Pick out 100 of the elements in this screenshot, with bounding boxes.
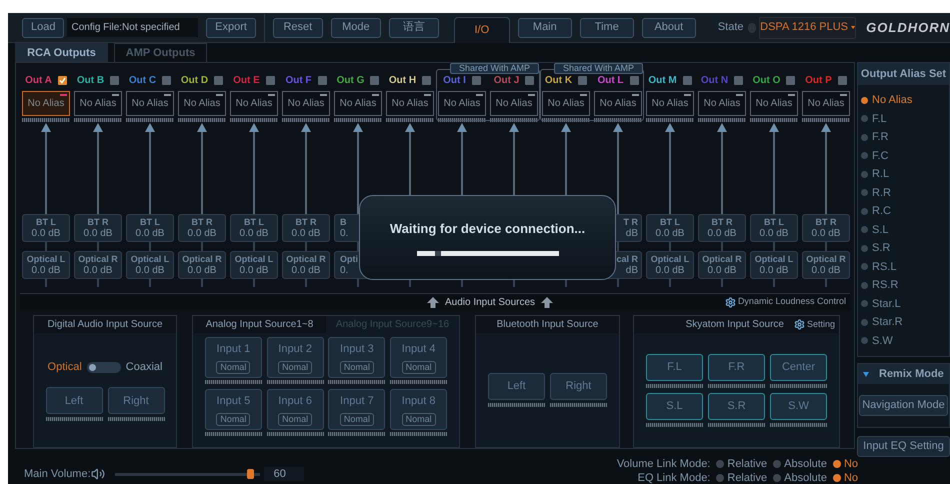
alias-box[interactable]: No Alias [594,91,642,116]
alias-box[interactable]: No Alias [646,91,694,116]
input-button[interactable]: Input 3 Nomal [328,337,386,378]
alias-box[interactable]: No Alias [802,91,850,116]
alias-box[interactable]: No Alias [438,91,486,116]
alias-box[interactable]: No Alias [750,91,798,116]
alias-box[interactable]: No Alias [334,91,382,116]
alias-box[interactable]: No Alias [74,91,122,116]
channel-button[interactable]: Center [770,354,827,380]
alias-box[interactable]: No Alias [490,91,538,116]
channel-box[interactable]: Optical R 0.0 dB [698,251,746,279]
alias-box[interactable]: No Alias [22,91,70,116]
alias-option[interactable]: No Alias [861,91,949,110]
channel-box[interactable]: BT L 0.0 dB [230,214,278,242]
alias-option[interactable]: RS.L [861,258,949,276]
link-mode-option[interactable]: Absolute [773,470,827,484]
input-button[interactable]: Input 7 Nomal [328,389,386,430]
toolbar-button[interactable]: 语言 [388,18,439,38]
channel-button[interactable]: S.R [708,392,765,420]
toolbar-button[interactable]: Reset [272,18,323,38]
device-dropdown[interactable]: DSPA 1216 PLUS [759,16,856,38]
checkbox[interactable] [370,76,380,84]
alias-box[interactable]: No Alias [178,91,226,116]
input-button[interactable]: Input 2 Nomal [266,337,324,378]
alias-box[interactable]: No Alias [126,91,174,116]
channel-box[interactable]: BT R 0.0 dB [698,214,746,242]
load-button[interactable]: Load [22,18,64,38]
channel-box[interactable]: BT L 0.0 dB [126,214,174,242]
channel-button[interactable]: Right [108,387,164,414]
checkbox[interactable] [266,76,275,84]
checkbox[interactable] [786,76,796,84]
alias-box[interactable]: No Alias [698,91,746,116]
channel-box[interactable]: Optical L 0.0 dB [126,251,174,279]
channel-button[interactable]: Left [46,387,102,414]
input-button[interactable]: Input 1 Nomal [204,337,262,378]
channel-box[interactable]: Optical L 0.0 dB [230,251,278,279]
channel-box[interactable]: BT R 0.0 dB [282,214,330,242]
alias-option[interactable]: S.L [861,220,949,239]
channel-box[interactable]: Optical L 0.0 dB [646,251,694,279]
alias-option[interactable]: S.R [861,239,949,258]
channel-box[interactable]: BT R 0.0 dB [178,214,226,242]
up-arrow-icon[interactable] [426,296,439,308]
top-tab[interactable]: Time [580,18,634,38]
alias-option[interactable]: F.L [861,110,949,128]
channel-box[interactable]: BT L 0.0 dB [646,214,694,242]
output-tab[interactable]: AMP Outputs [114,43,207,62]
output-tab[interactable]: RCA Outputs [15,43,108,62]
input-button[interactable]: Input 5 Nomal [204,389,262,430]
link-mode-option[interactable]: Absolute [773,456,827,472]
checkbox[interactable] [630,76,639,84]
channel-button[interactable]: F.L [646,354,703,380]
checkbox[interactable] [734,76,744,84]
checkbox[interactable] [578,76,588,84]
channel-box[interactable]: Optical R 0.0 dB [74,251,122,279]
toolbar-button[interactable]: Mode [330,18,381,38]
channel-box[interactable]: Optical R 0.0 dB [802,251,850,279]
input-button[interactable]: Input 8 Nomal [390,389,448,430]
alias-option[interactable]: F.R [861,128,949,146]
top-tab[interactable]: I/O [454,16,510,42]
alias-option[interactable]: RS.R [861,276,949,294]
top-tab[interactable]: About [642,18,696,38]
channel-box[interactable]: BT L 0.0 dB [750,214,798,242]
checkbox[interactable] [472,76,481,84]
channel-button[interactable]: S.W [770,392,827,420]
alias-option[interactable]: R.R [861,184,949,202]
checkbox[interactable] [422,76,432,84]
navigation-mode-button[interactable]: Navigation Mode [859,395,948,416]
alias-option[interactable]: Star.R [861,313,949,332]
option-label[interactable]: Coaxial [126,358,162,376]
link-mode-option[interactable]: No [832,456,858,472]
alias-option[interactable]: R.L [861,165,949,184]
channel-box[interactable]: Optical L 0.0 dB [22,251,70,279]
alias-box[interactable]: No Alias [282,91,330,116]
panel-header[interactable]: Remix Mode [858,364,949,384]
source-tab[interactable]: Analog Input Source1~8 [193,316,326,333]
export-button[interactable]: Export [206,18,256,38]
channel-button[interactable]: F.R [708,354,765,380]
settings-icon[interactable] [794,319,805,330]
channel-button[interactable]: Right [550,373,607,400]
checkbox[interactable] [838,76,847,84]
link-mode-option[interactable]: Relative [716,470,768,484]
checkbox[interactable] [525,76,534,84]
top-tab[interactable]: Main [518,18,572,38]
alias-option[interactable]: Star.L [861,294,949,313]
alias-box[interactable]: No Alias [386,91,434,116]
checkbox[interactable] [214,76,224,84]
checkbox[interactable] [110,76,120,84]
input-eq-button[interactable]: Input EQ Setting [857,436,950,457]
speaker-icon[interactable] [90,467,105,481]
channel-box[interactable]: BT R 0.0 dB [74,214,122,242]
checkbox[interactable] [162,76,172,84]
channel-box[interactable]: Optical L 0.0 dB [750,251,798,279]
up-arrow-icon[interactable] [541,296,554,308]
alias-option[interactable]: R.C [861,202,949,220]
input-button[interactable]: Input 4 Nomal [390,337,448,378]
channel-box[interactable]: BT L 0.0 dB [22,214,70,242]
channel-box[interactable]: BT R 0.0 dB [802,214,850,242]
alias-option[interactable]: S.W [861,332,949,350]
toggle-switch[interactable] [86,362,121,372]
setting-link[interactable]: Setting [806,318,835,332]
